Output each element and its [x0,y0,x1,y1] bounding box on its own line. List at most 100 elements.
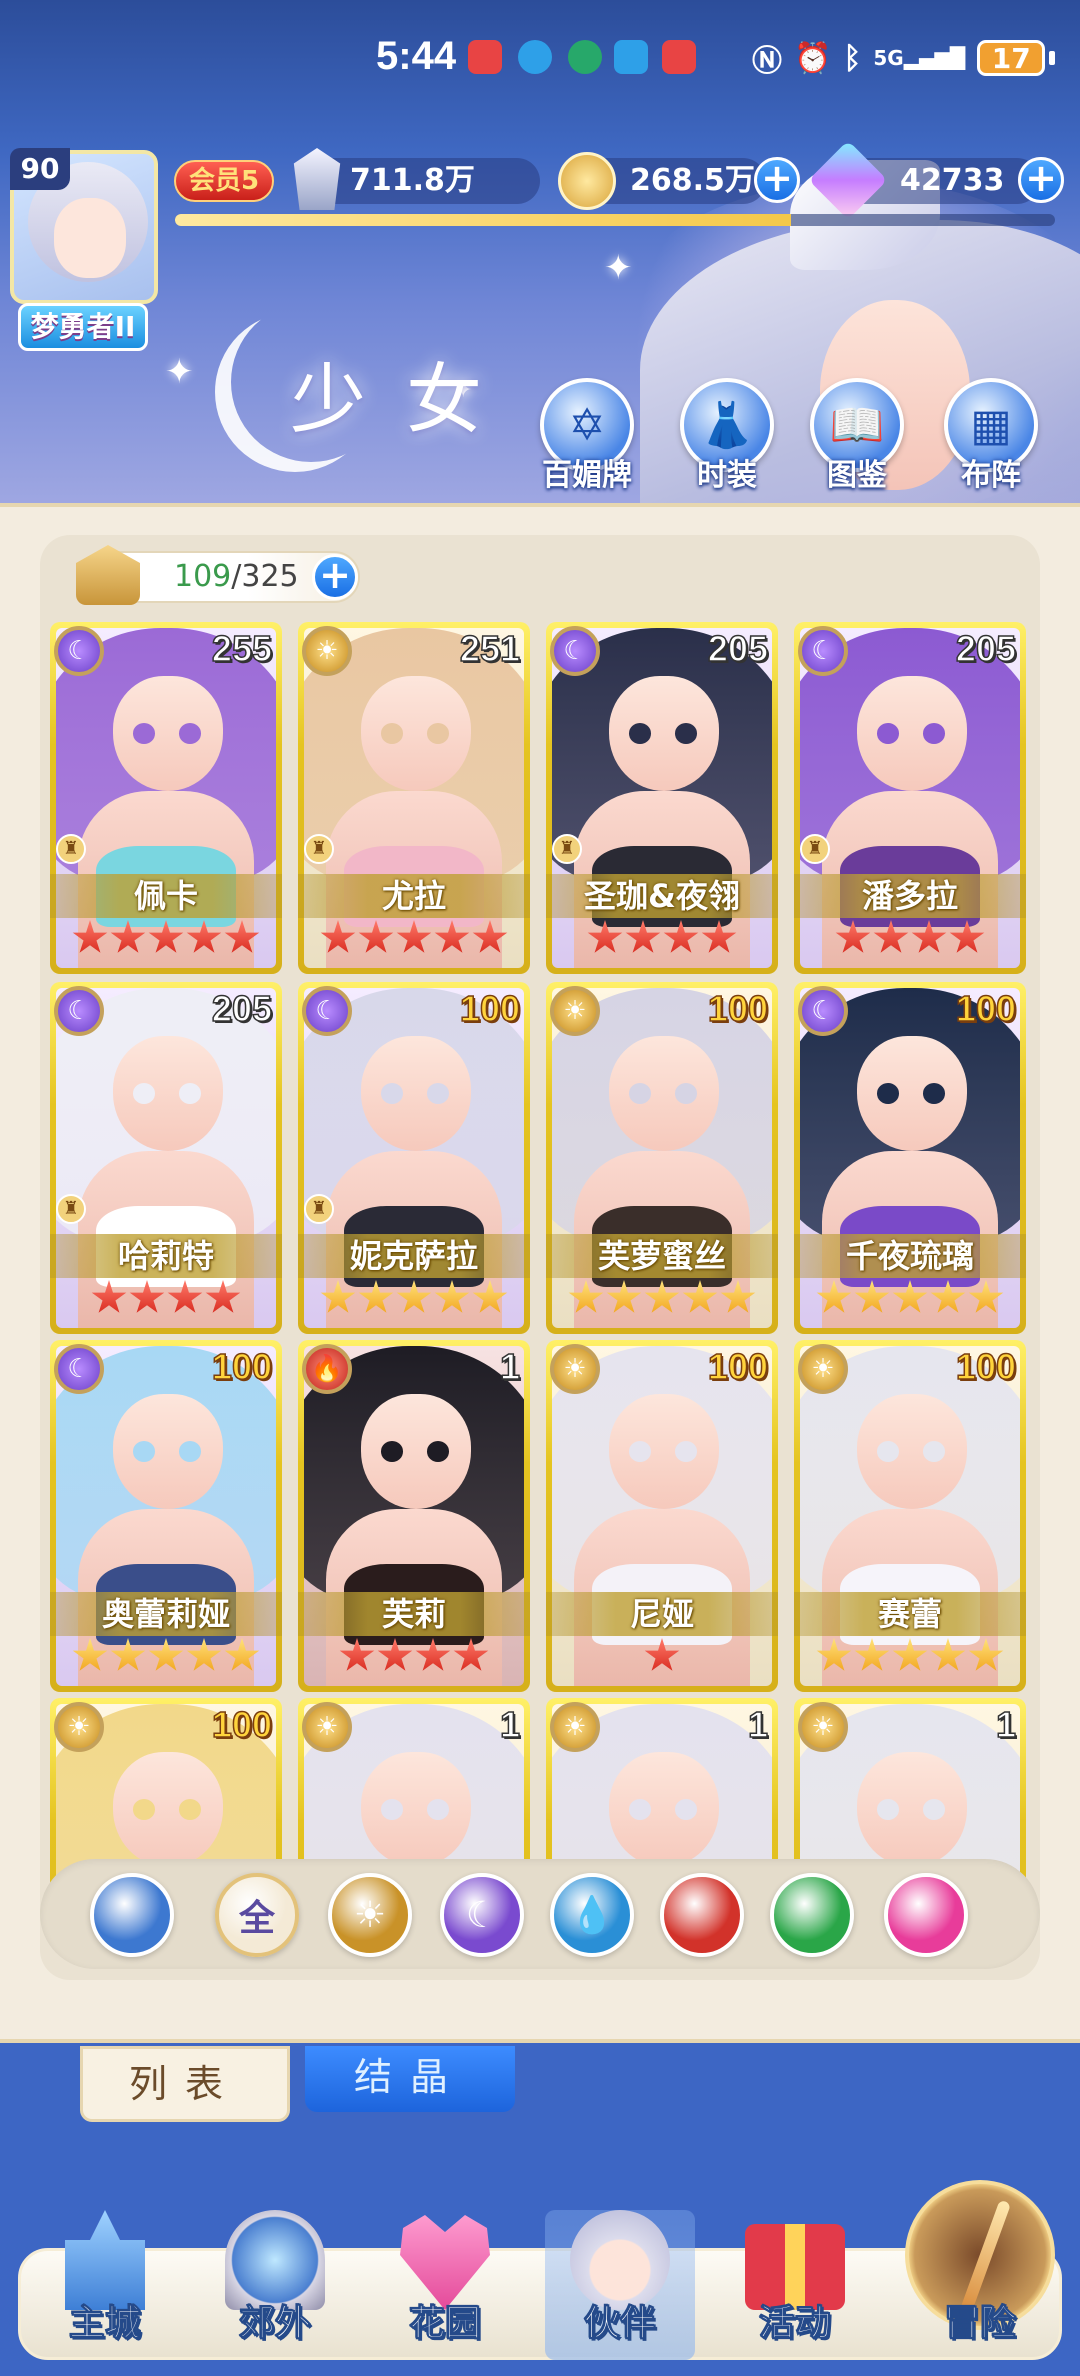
character-name: 赛蕾 [794,1592,1026,1636]
character-card[interactable]: ☾ 255 ♜ 佩卡 [50,622,282,974]
star-icon [396,1280,432,1313]
tab-crystal[interactable]: 结晶 [305,2046,515,2112]
fire-filter-button[interactable] [660,1873,744,1957]
star-rating [546,1638,778,1682]
character-name: 潘多拉 [794,874,1026,918]
water-filter-button[interactable]: 💧 [550,1873,634,1957]
star-icon [892,1280,928,1313]
nav-main-city[interactable]: 主城 [30,2210,180,2360]
expand-capacity-button[interactable]: + [312,554,358,600]
sparkle-icon: ✦ [604,248,633,288]
sparkle-icon: ✦ [165,352,194,392]
star-icon [701,920,737,953]
star-icon [224,1638,260,1671]
character-card[interactable]: ☀ 251 ♜ 尤拉 [298,622,530,974]
star-rating [794,1638,1026,1682]
outfit-button[interactable]: 👗 时装 [672,378,782,494]
character-card[interactable]: ☾ 100 ♜ 妮克萨拉 [298,982,530,1334]
sun-filter-button[interactable]: ☀ [328,1873,412,1957]
experience-fill [175,214,791,226]
vip-badge[interactable]: 会员5 [174,160,274,202]
star-icon [930,1280,966,1313]
character-card[interactable]: ☀ 100 赛蕾 [794,1340,1026,1692]
wing-filter-button[interactable] [90,1873,174,1957]
character-card[interactable]: ☾ 205 ♜ 圣珈&夜翎 [546,622,778,974]
rank-badge-icon: ♜ [800,834,830,864]
star-icon [816,1638,852,1671]
all-filter-button[interactable]: 全 [215,1873,299,1957]
character-name: 佩卡 [50,874,282,918]
fire-element-icon: 🔥 [302,1344,352,1394]
star-icon [453,1638,489,1671]
status-right: Ⓝ ⏰ ᛒ 5G▂▄▆█ 17 [752,36,1056,80]
nav-partner[interactable]: 伙伴 [545,2210,695,2360]
bottom-navigation: 主城 郊外 花园 伙伴 活动 冒险 [0,2180,1080,2376]
wind-filter-button[interactable] [770,1873,854,1957]
status-time: 5:44 [376,34,457,78]
star-rating [794,920,1026,964]
character-card[interactable]: ☾ 100 奥蕾莉娅 [50,1340,282,1692]
star-icon [854,1280,890,1313]
star-filter-button[interactable] [884,1873,968,1957]
character-card[interactable]: ☾ 205 ♜ 潘多拉 [794,622,1026,974]
star-icon [110,1638,146,1671]
character-name: 哈莉特 [50,1234,282,1278]
star-rating [546,1280,778,1324]
character-card[interactable]: ☾ 205 ♜ 哈莉特 [50,982,282,1334]
add-coins-button[interactable]: + [754,157,800,203]
tab-list[interactable]: 列表 [80,2046,290,2122]
gallery-button[interactable]: 📖 图鉴 [802,378,912,494]
star-icon [854,1638,890,1671]
notification-icon [614,40,648,74]
star-icon [186,1638,222,1671]
nav-garden[interactable]: 花园 [370,2210,520,2360]
character-card[interactable]: ☀ 100 芙萝蜜丝 [546,982,778,1334]
star-icon [415,1638,451,1671]
power-value: 711.8万 [350,163,475,198]
sun-element-icon: ☀ [550,986,600,1036]
moon-filter-button[interactable]: ☾ [440,1873,524,1957]
rank-badge-icon: ♜ [304,834,334,864]
star-icon [186,920,222,953]
star-icon [72,1638,108,1671]
experience-bar [175,214,1055,226]
star-icon [110,920,146,953]
player-title-badge[interactable]: 梦勇者II [18,303,148,351]
nav-events[interactable]: 活动 [720,2210,870,2360]
character-name: 奥蕾莉娅 [50,1592,282,1636]
all-filter-icon: 全 [238,1898,275,1939]
character-level: 1 [499,1345,521,1388]
character-level: 100 [955,1345,1017,1388]
character-level: 100 [707,1345,769,1388]
card-button[interactable]: ✡ 百媚牌 [532,378,642,494]
formation-button[interactable]: ▦ 布阵 [936,378,1046,494]
character-grid: ☾ 255 ♜ 佩卡 ☀ 251 ♜ 尤拉 ☾ 205 ♜ 圣珈&夜翎 ☾ 205 ♜ 潘多拉 ☾ 205 ♜ 哈莉特… [50,622,1030,1890]
star-icon [320,920,356,953]
character-card[interactable]: ☾ 100 千夜琉璃 [794,982,1026,1334]
coin-display: 268.5万 [558,152,766,210]
character-name: 圣珈&夜翎 [546,874,778,918]
nav-adventure[interactable]: 冒险 [905,2210,1055,2360]
moon-element-icon: ☾ [302,986,352,1036]
star-icon [339,1638,375,1671]
star-icon [320,1280,356,1313]
player-level: 90 [10,148,70,190]
battery-icon: 17 [977,40,1046,76]
character-level: 1 [995,1703,1017,1746]
star-icon [224,920,260,953]
gem-display: 42733 [808,140,1040,220]
moon-filter-icon: ☾ [465,1894,499,1936]
character-card[interactable]: ☀ 100 尼娅 [546,1340,778,1692]
add-gems-button[interactable]: + [1018,157,1064,203]
collection-counter: 109/325 + [76,545,360,605]
star-icon [968,1280,1004,1313]
star-icon [568,1280,604,1313]
nav-outskirts[interactable]: 郊外 [200,2210,350,2360]
star-rating [298,1280,530,1324]
star-icon [835,920,871,953]
star-icon [587,920,623,953]
star-rating [50,920,282,964]
star-icon [911,920,947,953]
power-display: 711.8万 [293,148,540,210]
character-card[interactable]: 🔥 1 芙莉 [298,1340,530,1692]
